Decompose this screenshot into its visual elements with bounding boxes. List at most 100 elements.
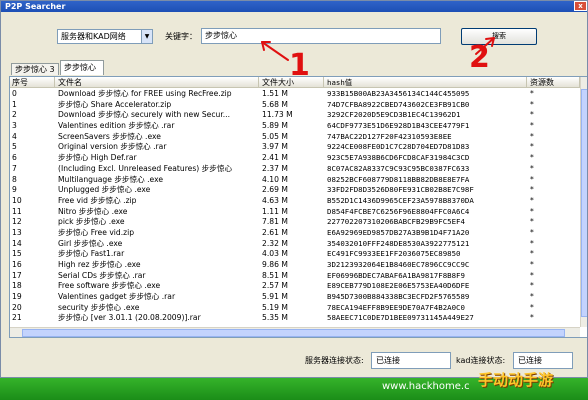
- table-row[interactable]: 18 Free software 步步惊心 .exe 2.57 M E89CEB779…: [10, 281, 580, 292]
- row-hash: EC491FC9933EE1FF2036075EC89850: [327, 249, 461, 259]
- keyword-input[interactable]: 步步惊心: [201, 28, 441, 44]
- row-index: 8: [12, 174, 17, 184]
- chevron-down-icon[interactable]: ▼: [141, 30, 152, 43]
- header-index[interactable]: 序号: [10, 77, 55, 88]
- row-filesize: 5.91 M: [262, 292, 288, 302]
- row-sources: *: [530, 121, 534, 131]
- row-hash: E89CEB779D108E2E06E5753EA40D6DFE: [327, 281, 470, 291]
- row-hash: 354032010FFF248DE8530A3922775121: [327, 238, 470, 248]
- row-index: 9: [12, 185, 17, 195]
- table-row[interactable]: 14 Girl 步步惊心 .exe 2.32 M 354032010FFF248DE8…: [10, 239, 580, 250]
- row-filesize: 1.11 M: [262, 206, 288, 216]
- row-hash: 64CDF9773E51D6E928D1B43CEE4779F1: [327, 121, 470, 131]
- row-filesize: 5.68 M: [262, 99, 288, 109]
- server-status-value: 已连接: [371, 352, 451, 369]
- table-row[interactable]: 9 Unplugged 步步惊心 .exe 2.69 M 33FD2FD8D3526D…: [10, 185, 580, 196]
- row-index: 2: [12, 110, 17, 120]
- server-select-value: 服务器和KAD网络: [61, 32, 126, 41]
- table-row[interactable]: 19 Valentines gadget 步步惊心 .rar 5.91 M B945D…: [10, 292, 580, 303]
- row-index: 18: [12, 281, 22, 291]
- row-filename: Girl 步步惊心 .exe: [58, 238, 123, 248]
- row-filename: Nitro 步步惊心 .exe: [58, 206, 128, 216]
- header-hash[interactable]: hash值: [325, 77, 527, 88]
- table-row[interactable]: 21 步步惊心 [ver 3.01.1 (20.08.2009)].rar 5.35…: [10, 313, 580, 324]
- window-title: P2P Searcher: [5, 2, 66, 11]
- row-hash: 3292CF2020D5E9CD3B1EC4C13962D1: [327, 110, 461, 120]
- row-sources: *: [530, 260, 534, 269]
- table-row[interactable]: 5 Original version 步步惊心 .rar 3.97 M 9224CE0…: [10, 142, 580, 153]
- row-sources: *: [530, 163, 534, 173]
- row-filesize: 4.10 M: [262, 174, 288, 184]
- watermark-url: www.hackhome.c: [382, 381, 470, 392]
- row-index: 0: [12, 89, 17, 98]
- vertical-scrollbar[interactable]: [580, 77, 587, 327]
- table-row[interactable]: 10 Free vid 步步惊心 .zip 4.63 M B552D1C1436D99…: [10, 196, 580, 207]
- app-window: P2P Searcher x 服务器和KAD网络 ▼ 关键字： 步步惊心 搜索 …: [0, 0, 588, 378]
- table-row[interactable]: 20 security 步步惊心 .exe 5.19 M 78ECA194EFF8B9…: [10, 303, 580, 314]
- table-row[interactable]: 15 步步惊心 Fast1.rar 4.03 M EC491FC9933EE1FF20…: [10, 249, 580, 260]
- row-filesize: 2.32 M: [262, 238, 288, 248]
- table-row[interactable]: 4 ScreenSavers 步步惊心 .exe 5.05 M 747BAC22D12…: [10, 132, 580, 143]
- row-hash: 923C5E7A938B6CD6FCD8CAF31984C3CD: [327, 153, 470, 163]
- row-filename: 步步惊心 [ver 3.01.1 (20.08.2009)].rar: [58, 313, 201, 323]
- row-filename: Valentines gadget 步步惊心 .rar: [58, 292, 176, 302]
- table-row[interactable]: 1 步步惊心 Share Accelerator.zip 5.68 M 74D7CFB…: [10, 100, 580, 111]
- table-row[interactable]: 11 Nitro 步步惊心 .exe 1.11 M D854F4FCBE7C6256F…: [10, 207, 580, 218]
- table-row[interactable]: 17 Serial CDs 步步惊心 .rar 8.51 M EF06996BDEC7…: [10, 271, 580, 282]
- table-row[interactable]: 12 pick 步步惊心 .exe 7.81 M 227702207310206BAB…: [10, 217, 580, 228]
- vertical-scroll-thumb[interactable]: [581, 89, 587, 317]
- row-index: 7: [12, 163, 17, 173]
- row-hash: 8C07AC82A8337C9C93C95BC0387FC633: [327, 163, 470, 173]
- table-row[interactable]: 7 (Including Excl. Unreleased Features) 步…: [10, 164, 580, 175]
- results-list[interactable]: 序号 文件名 文件大小 hash值 资源数 0 Download 步步惊心 for…: [9, 76, 587, 338]
- row-filesize: 5.35 M: [262, 313, 288, 323]
- kad-status-value: 已连接: [513, 352, 573, 369]
- row-sources: *: [530, 302, 534, 312]
- row-index: 13: [12, 227, 22, 237]
- row-hash: B552D1C1436D9965CEF23A5978B8370DA: [327, 195, 474, 205]
- row-filename: Download 步步惊心 securely with new Secur...: [58, 110, 230, 120]
- row-filename: security 步步惊心 .exe: [58, 302, 140, 312]
- row-filesize: 9.86 M: [262, 260, 288, 269]
- row-filename: Valentines edition 步步惊心 .rar: [58, 121, 175, 131]
- row-sources: *: [530, 89, 534, 98]
- horizontal-scroll-thumb[interactable]: [22, 329, 565, 337]
- close-button[interactable]: x: [574, 1, 587, 11]
- row-filename: Serial CDs 步步惊心 .rar: [58, 270, 146, 280]
- table-row[interactable]: 16 High rez 步步惊心 .exe 9.86 M 3D2123932064E1…: [10, 260, 580, 271]
- server-select[interactable]: 服务器和KAD网络 ▼: [57, 29, 153, 44]
- horizontal-scrollbar[interactable]: [10, 327, 580, 337]
- row-sources: *: [530, 153, 534, 163]
- row-index: 21: [12, 313, 22, 323]
- row-index: 11: [12, 206, 22, 216]
- row-sources: *: [530, 281, 534, 291]
- table-row[interactable]: 3 Valentines edition 步步惊心 .rar 5.89 M 64CDF…: [10, 121, 580, 132]
- row-filename: Free vid 步步惊心 .zip: [58, 195, 137, 205]
- title-bar[interactable]: P2P Searcher x: [1, 1, 587, 12]
- header-sources[interactable]: 资源数: [528, 77, 580, 88]
- row-sources: *: [530, 227, 534, 237]
- row-index: 1: [12, 99, 17, 109]
- row-index: 3: [12, 121, 17, 131]
- table-row[interactable]: 6 步步惊心 High Def.rar 2.41 M 923C5E7A938B6CD6…: [10, 153, 580, 164]
- row-filesize: 5.89 M: [262, 121, 288, 131]
- table-row[interactable]: 2 Download 步步惊心 securely with new Secur..…: [10, 110, 580, 121]
- row-index: 19: [12, 292, 22, 302]
- tab-result-2[interactable]: 步步惊心: [60, 60, 104, 75]
- table-row[interactable]: 8 Multilanguage 步步惊心 .exe 4.10 M 08252BCF60…: [10, 175, 580, 186]
- table-row[interactable]: 13 步步惊心 Free vid.zip 2.61 M E6A92969ED9857D…: [10, 228, 580, 239]
- annotation-two: 2: [469, 40, 490, 75]
- row-filesize: 7.81 M: [262, 217, 288, 227]
- row-hash: 933B15B00AB23A3456134C144C455095: [327, 89, 470, 98]
- header-filename[interactable]: 文件名: [56, 77, 259, 88]
- row-filename: ScreenSavers 步步惊心 .exe: [58, 131, 161, 141]
- kad-status-label: kad连接状态:: [456, 356, 506, 365]
- row-sources: *: [530, 206, 534, 216]
- row-filename: 步步惊心 Fast1.rar: [58, 249, 125, 259]
- row-sources: *: [530, 217, 534, 227]
- table-row[interactable]: 0 Download 步步惊心 for FREE using RecFree.zi…: [10, 89, 580, 100]
- row-sources: *: [530, 249, 534, 259]
- row-hash: E6A92969ED9857DB27A3B9B1D4F71A20: [327, 227, 470, 237]
- row-sources: *: [530, 195, 534, 205]
- tab-result-1[interactable]: 步步惊心 3: [11, 63, 59, 75]
